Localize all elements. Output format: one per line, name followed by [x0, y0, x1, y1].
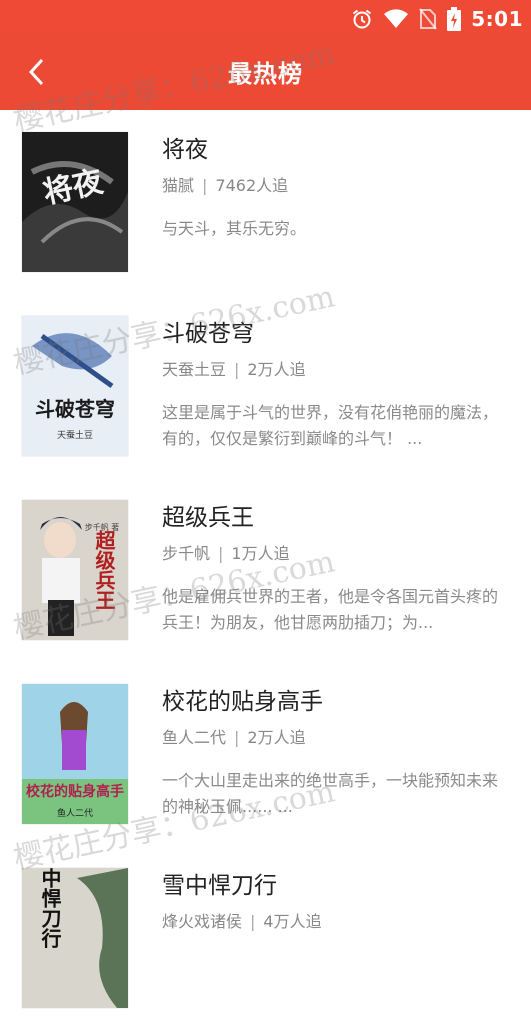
book-followers: 1万人追	[231, 544, 290, 563]
book-cover: 斗破苍穹 天蚕土豆	[22, 316, 128, 456]
book-title: 将夜	[162, 137, 208, 163]
book-description: 这里是属于斗气的世界，没有花俏艳丽的魔法，有的，仅仅是繁衍到巅峰的斗气！ ...	[162, 403, 499, 448]
book-meta: 天蚕土豆 | 2万人追	[162, 356, 306, 380]
cover-title-5: 雪中悍刀行	[38, 868, 62, 948]
book-cover: 校花的贴身高手 鱼人二代	[22, 684, 128, 824]
meta-separator: |	[218, 544, 224, 563]
book-item-jiangye[interactable]: 将夜 将夜 猫腻 | 7462人追 与天斗，其乐无穷。	[0, 110, 531, 294]
book-meta: 步千帆 | 1万人追	[162, 540, 290, 564]
wifi-icon	[383, 9, 409, 29]
meta-separator: |	[250, 912, 256, 931]
status-time: 5:01	[471, 7, 523, 31]
cover-author-3: 步千帆 著	[85, 522, 120, 532]
book-list: 将夜 将夜 猫腻 | 7462人追 与天斗，其乐无穷。 斗破苍穹 天蚕土豆 斗破苍穹…	[0, 110, 531, 1030]
meta-separator: |	[234, 360, 240, 379]
book-description: 与天斗，其乐无穷。	[162, 219, 307, 238]
no-sim-icon	[419, 8, 438, 30]
meta-separator: |	[202, 176, 208, 195]
book-author: 天蚕土豆	[162, 360, 227, 379]
alarm-icon	[351, 8, 373, 30]
book-title: 雪中悍刀行	[162, 873, 277, 899]
app-header: 5:01 最热榜	[0, 0, 531, 110]
book-author: 猫腻	[162, 176, 195, 195]
book-item-doupo[interactable]: 斗破苍穹 天蚕土豆 斗破苍穹 天蚕土豆 | 2万人追 这里是属于斗气的世界，没有花俏…	[0, 294, 531, 478]
book-author: 烽火戏诸侯	[162, 912, 243, 931]
status-bar: 5:01	[0, 0, 531, 38]
book-title: 超级兵王	[162, 505, 254, 531]
book-followers: 4万人追	[263, 912, 322, 931]
cover-title-2: 斗破苍穹	[35, 397, 115, 421]
meta-separator: |	[234, 728, 240, 747]
cover-author-4: 鱼人二代	[57, 807, 93, 819]
book-title: 斗破苍穹	[162, 321, 254, 347]
book-description: 一个大山里走出来的绝世高手，一块能预知未来的神秘玉佩...... ...	[162, 771, 499, 816]
book-cover: 超级兵王 步千帆 著	[22, 500, 128, 640]
book-cover: 雪中悍刀行	[22, 868, 128, 1008]
book-author: 鱼人二代	[162, 728, 227, 747]
cover-author-2: 天蚕土豆	[57, 429, 93, 441]
cover-title-4: 校花的贴身高手	[26, 783, 124, 800]
book-followers: 2万人追	[247, 360, 306, 379]
book-meta: 鱼人二代 | 2万人追	[162, 724, 306, 748]
book-meta: 烽火戏诸侯 | 4万人追	[162, 908, 322, 932]
page-title: 最热榜	[228, 60, 303, 88]
book-description: 他是雇佣兵世界的王者，他是令各国元首头疼的兵王！为朋友，他甘愿两肋插刀；为...	[162, 587, 499, 632]
battery-charging-icon	[447, 7, 462, 31]
cover-title-3: 超级兵王	[92, 529, 116, 610]
book-item-xiaohua[interactable]: 校花的贴身高手 鱼人二代 校花的贴身高手 鱼人二代 | 2万人追 一个大山里走出来的…	[0, 662, 531, 846]
book-meta: 猫腻 | 7462人追	[162, 172, 288, 196]
book-author: 步千帆	[162, 544, 211, 563]
book-title: 校花的贴身高手	[162, 689, 323, 715]
book-item-chaoji[interactable]: 超级兵王 步千帆 著 超级兵王 步千帆 | 1万人追 他是雇佣兵世界的王者，他是令各…	[0, 478, 531, 662]
book-followers: 7462人追	[215, 176, 289, 195]
book-cover: 将夜	[22, 132, 128, 272]
book-followers: 2万人追	[247, 728, 306, 747]
book-item-xuezhong[interactable]: 雪中悍刀行 雪中悍刀行 烽火戏诸侯 | 4万人追	[0, 846, 531, 1030]
